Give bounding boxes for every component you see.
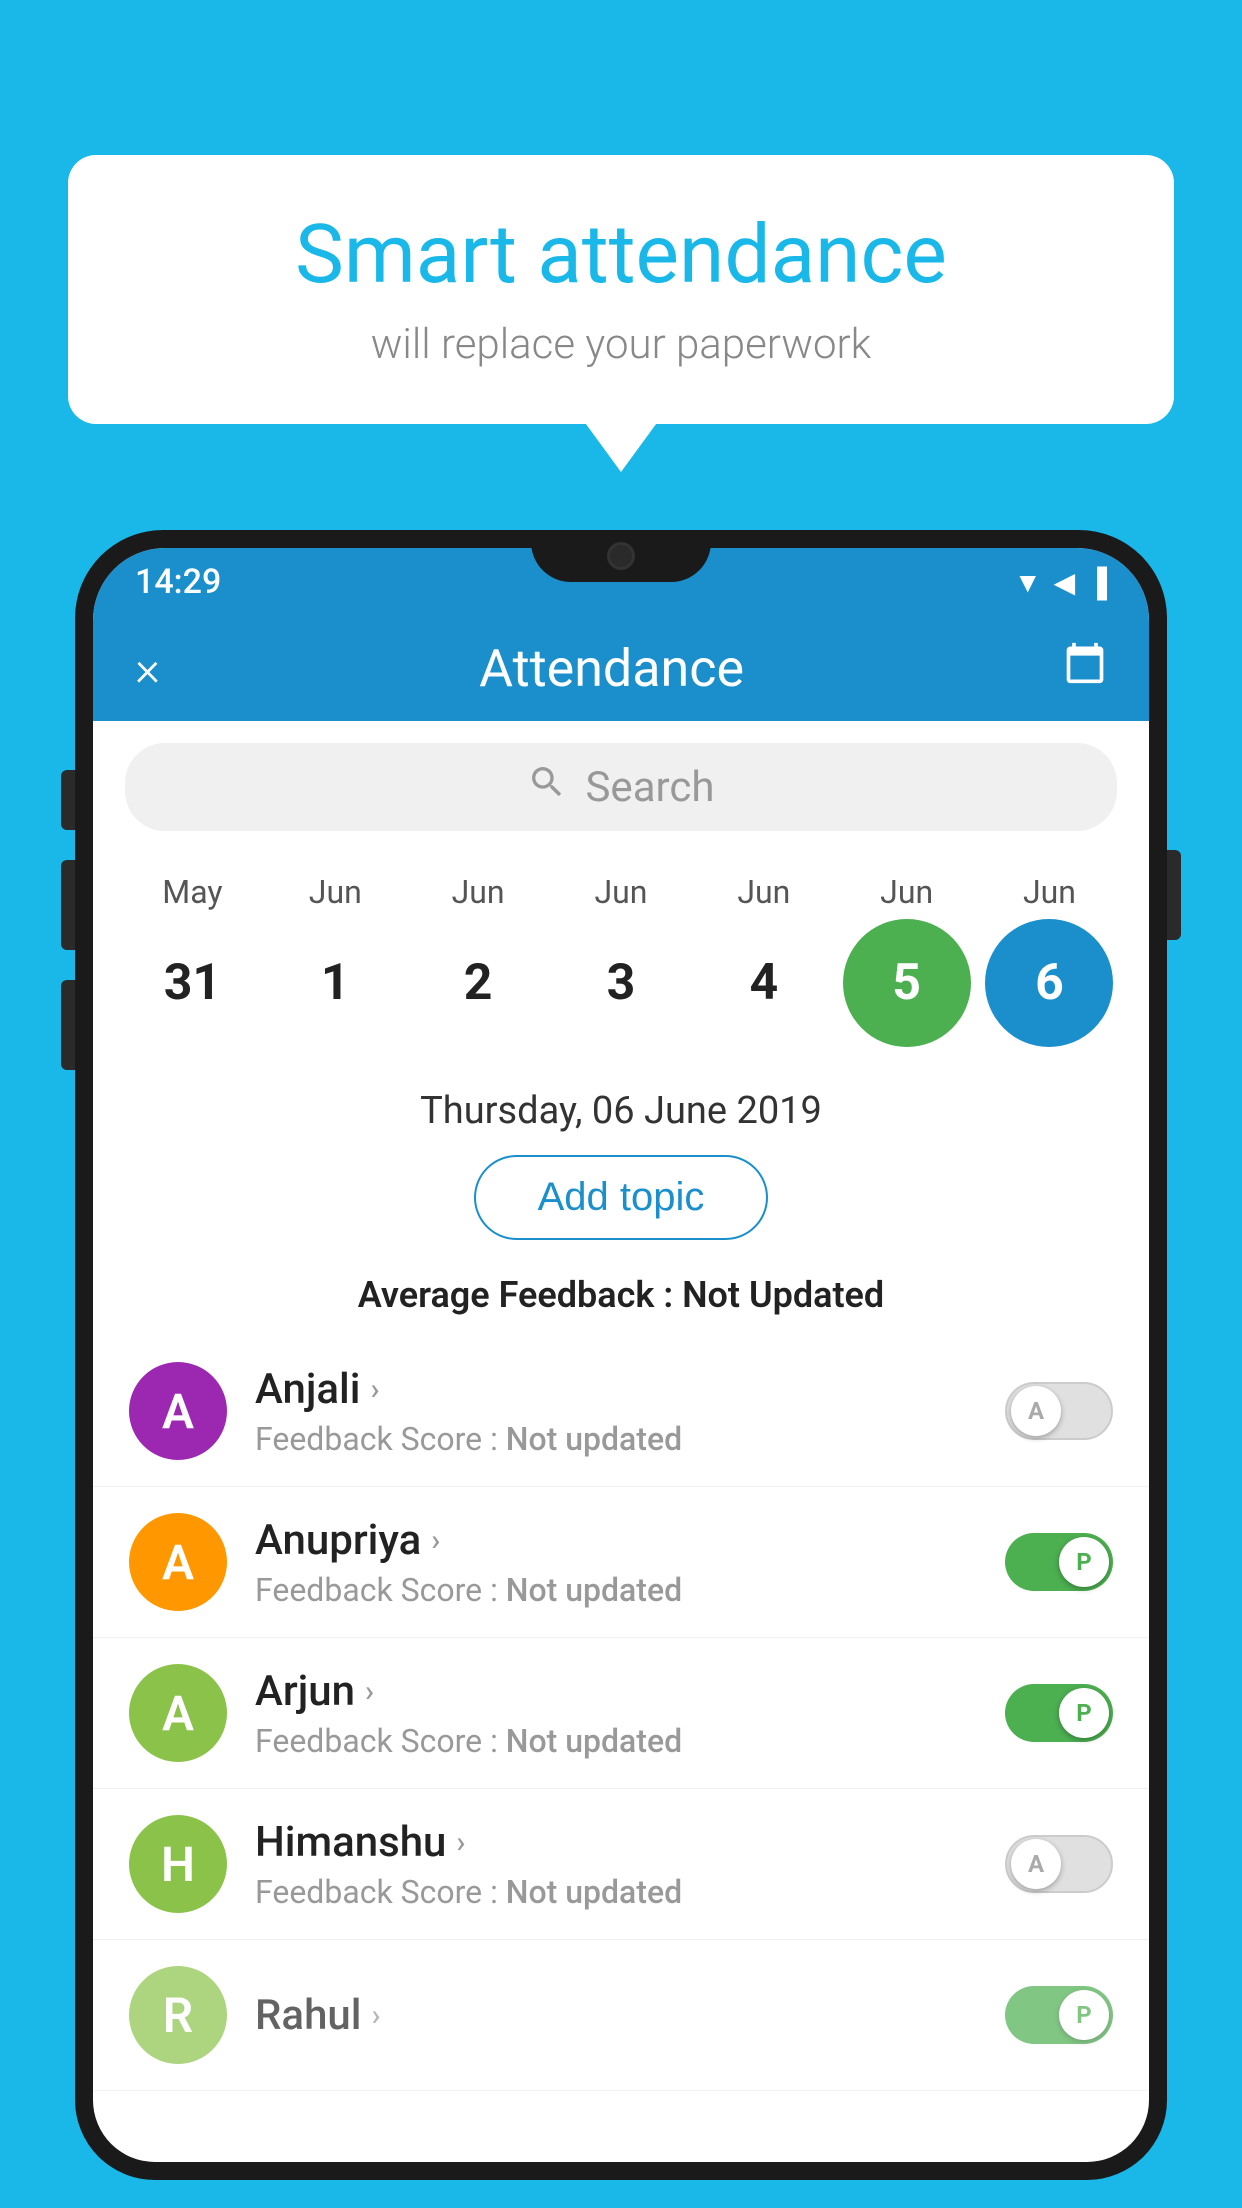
phone-outer: 14:29 ▼ ◀ ▐ × Attendance [75, 530, 1167, 2180]
speech-bubble-container: Smart attendance will replace your paper… [68, 155, 1174, 424]
avg-feedback-value: Not Updated [682, 1274, 884, 1316]
toggle-partial[interactable]: P [1005, 1986, 1113, 2044]
student-name-partial: Rahul › [255, 1991, 1005, 2040]
search-bar[interactable]: Search [125, 743, 1117, 831]
avg-feedback: Average Feedback : Not Updated [93, 1264, 1149, 1336]
student-info-himanshu: Himanshu › Feedback Score : Not updated [255, 1818, 1005, 1911]
month-row: May Jun Jun Jun Jun Jun Jun [93, 873, 1149, 911]
wifi-icon: ▼ [1014, 566, 1042, 599]
toggle-thumb-himanshu: A [1011, 1839, 1061, 1889]
student-item-partial[interactable]: R Rahul › P [93, 1940, 1149, 2091]
month-jun2: Jun [414, 873, 542, 911]
phone-screen: 14:29 ▼ ◀ ▐ × Attendance [93, 548, 1149, 2162]
toggle-arjun[interactable]: P [1005, 1684, 1113, 1742]
volume-down-button [61, 980, 75, 1070]
avatar-partial: R [129, 1966, 227, 2064]
avatar-anjali: A [129, 1362, 227, 1460]
header-title: Attendance [479, 638, 744, 699]
date-row: 31 1 2 3 4 5 6 [93, 911, 1149, 1071]
date-6-today[interactable]: 6 [985, 919, 1113, 1047]
student-item-himanshu[interactable]: H Himanshu › Feedback Score : Not update… [93, 1789, 1149, 1940]
feedback-anjali: Feedback Score : Not updated [255, 1420, 1005, 1458]
close-button[interactable]: × [135, 640, 160, 697]
search-placeholder: Search [585, 763, 714, 812]
avatar-himanshu: H [129, 1815, 227, 1913]
toggle-container-anjali: A [1005, 1382, 1113, 1440]
month-jun4: Jun [700, 873, 828, 911]
avatar-arjun: A [129, 1664, 227, 1762]
date-31[interactable]: 31 [128, 919, 256, 1047]
toggle-anjali[interactable]: A [1005, 1382, 1113, 1440]
toggle-anupriya[interactable]: P [1005, 1533, 1113, 1591]
feedback-anupriya: Feedback Score : Not updated [255, 1571, 1005, 1609]
student-info-partial: Rahul › [255, 1991, 1005, 2040]
date-3[interactable]: 3 [557, 919, 685, 1047]
month-jun6: Jun [985, 873, 1113, 911]
student-item-anjali[interactable]: A Anjali › Feedback Score : Not updated … [93, 1336, 1149, 1487]
mute-button [61, 770, 75, 830]
chevron-arjun: › [365, 1674, 374, 1709]
signal-icon: ◀ [1054, 566, 1076, 599]
feedback-arjun: Feedback Score : Not updated [255, 1722, 1005, 1760]
front-camera [607, 542, 635, 570]
avatar-anupriya: A [129, 1513, 227, 1611]
chevron-partial: › [371, 1998, 380, 2033]
student-info-anupriya: Anupriya › Feedback Score : Not updated [255, 1516, 1005, 1609]
speech-bubble: Smart attendance will replace your paper… [68, 155, 1174, 424]
student-item-anupriya[interactable]: A Anupriya › Feedback Score : Not update… [93, 1487, 1149, 1638]
power-button [1167, 850, 1181, 940]
feedback-himanshu: Feedback Score : Not updated [255, 1873, 1005, 1911]
toggle-container-partial: P [1005, 1986, 1113, 2044]
search-container: Search [93, 721, 1149, 853]
month-jun3: Jun [557, 873, 685, 911]
bubble-subtitle: will replace your paperwork [128, 320, 1114, 369]
toggle-thumb-anjali: A [1011, 1386, 1061, 1436]
add-topic-button[interactable]: Add topic [474, 1155, 769, 1240]
toggle-container-anupriya: P [1005, 1533, 1113, 1591]
phone-notch [531, 530, 711, 582]
student-list: A Anjali › Feedback Score : Not updated … [93, 1336, 1149, 2091]
date-4[interactable]: 4 [700, 919, 828, 1047]
volume-up-button [61, 860, 75, 950]
chevron-himanshu: › [456, 1825, 465, 1860]
toggle-thumb-anupriya: P [1059, 1537, 1109, 1587]
calendar-icon[interactable] [1063, 641, 1107, 696]
chevron-anjali: › [370, 1372, 379, 1407]
avg-feedback-label: Average Feedback : [358, 1274, 673, 1316]
status-time: 14:29 [135, 562, 221, 602]
month-jun1: Jun [271, 873, 399, 911]
chevron-anupriya: › [431, 1523, 440, 1558]
bubble-title: Smart attendance [128, 210, 1114, 300]
month-may: May [128, 873, 256, 911]
search-icon [527, 762, 567, 812]
selected-date-label: Thursday, 06 June 2019 [93, 1071, 1149, 1155]
calendar-section: May Jun Jun Jun Jun Jun Jun 31 1 2 3 4 5… [93, 853, 1149, 1071]
student-name-anjali: Anjali › [255, 1365, 1005, 1414]
student-name-himanshu: Himanshu › [255, 1818, 1005, 1867]
battery-icon: ▐ [1087, 566, 1107, 599]
student-info-anjali: Anjali › Feedback Score : Not updated [255, 1365, 1005, 1458]
date-5-selected[interactable]: 5 [843, 919, 971, 1047]
student-item-arjun[interactable]: A Arjun › Feedback Score : Not updated P [93, 1638, 1149, 1789]
student-info-arjun: Arjun › Feedback Score : Not updated [255, 1667, 1005, 1760]
toggle-thumb-arjun: P [1059, 1688, 1109, 1738]
toggle-container-arjun: P [1005, 1684, 1113, 1742]
date-2[interactable]: 2 [414, 919, 542, 1047]
phone-frame: 14:29 ▼ ◀ ▐ × Attendance [75, 530, 1167, 2208]
toggle-himanshu[interactable]: A [1005, 1835, 1113, 1893]
student-name-anupriya: Anupriya › [255, 1516, 1005, 1565]
app-header: × Attendance [93, 616, 1149, 721]
status-icons: ▼ ◀ ▐ [1014, 566, 1107, 599]
toggle-container-himanshu: A [1005, 1835, 1113, 1893]
student-name-arjun: Arjun › [255, 1667, 1005, 1716]
month-jun5: Jun [843, 873, 971, 911]
toggle-thumb-partial: P [1059, 1990, 1109, 2040]
add-topic-container: Add topic [93, 1155, 1149, 1264]
date-1[interactable]: 1 [271, 919, 399, 1047]
